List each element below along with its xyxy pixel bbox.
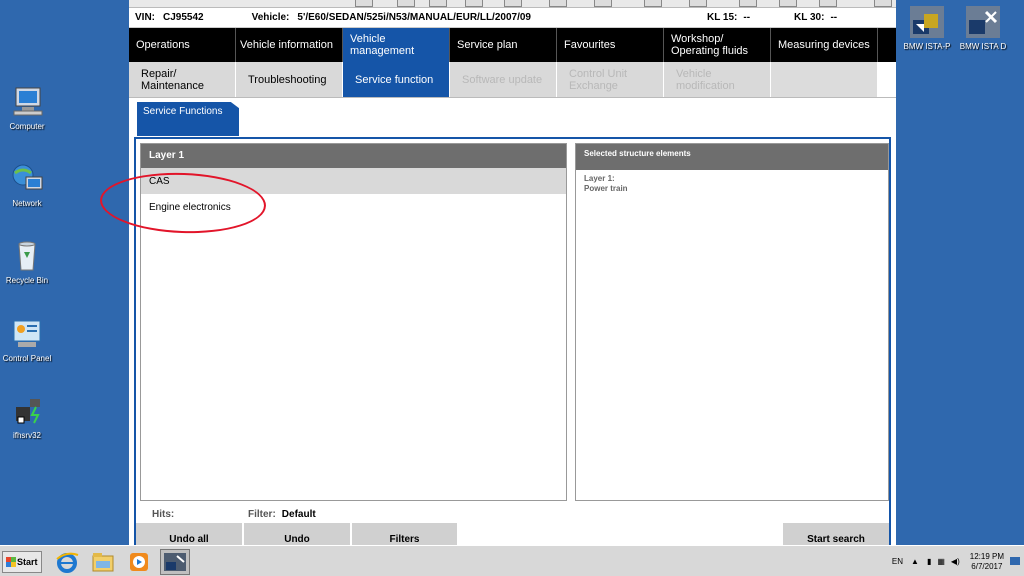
desktop-icon-label: BMW ISTA-P xyxy=(903,42,951,51)
desktop-icon-ista-d[interactable]: BMW ISTA D xyxy=(953,6,1013,51)
desktop-icon-label: Control Panel xyxy=(2,354,52,363)
taskbar: Start EN ▲ ▮ ▦ ◀) 12:19 PM 6/7/2017 xyxy=(0,545,1024,576)
kl30-label: KL 30: xyxy=(794,12,825,23)
clock-date: 6/7/2017 xyxy=(971,561,1003,571)
toolbar-button[interactable] xyxy=(504,0,522,7)
show-desktop-flag-icon[interactable] xyxy=(1010,557,1020,565)
vin-value: CJ95542 xyxy=(163,12,204,23)
show-hidden-icons-chevron-icon[interactable]: ▲ xyxy=(911,557,919,566)
toolbar-button[interactable] xyxy=(739,0,757,7)
clock[interactable]: 12:19 PM 6/7/2017 xyxy=(970,552,1004,572)
desktop-icon-label: ifhsrv32 xyxy=(12,431,41,440)
subnav-control-unit-exchange: Control Unit Exchange xyxy=(557,62,664,97)
desktop-icon-label: Computer xyxy=(9,122,45,131)
ista-app-window: VIN: CJ95542 Vehicle: 5'/E60/SEDAN/525i/… xyxy=(129,0,896,545)
usb-icon[interactable]: ▮ xyxy=(927,557,931,566)
filter-status: Filter: Default xyxy=(248,509,316,520)
subnav-troubleshooting[interactable]: Troubleshooting xyxy=(236,62,343,97)
selected-elements-panel: Selected structure elements Layer 1: Pow… xyxy=(575,143,889,501)
file-explorer-icon[interactable] xyxy=(90,549,116,575)
desktop-icon-label: Network xyxy=(12,199,42,208)
desktop-icon-label: BMW ISTA D xyxy=(959,42,1007,51)
bottom-action-bar: Hits: Filter: Default Undo all Undo Filte… xyxy=(136,503,893,545)
subtab-bar: Service Functions xyxy=(129,98,896,136)
selected-layer-label: Layer 1: xyxy=(584,174,615,183)
subnav-vehicle-modification: Vehicle modification xyxy=(664,62,771,97)
desktop-icon-label: Recycle Bin xyxy=(5,276,49,285)
subnav-software-update: Software update xyxy=(450,62,557,97)
layer-header: Layer 1 xyxy=(141,144,566,168)
main-navigation: Operations Vehicle information Vehicle m… xyxy=(129,28,896,62)
toolbar-strip xyxy=(129,0,896,8)
system-tray: EN ▲ ▮ ▦ ◀) 12:19 PM 6/7/2017 xyxy=(892,546,1024,576)
nav-measuring-devices[interactable]: Measuring devices xyxy=(771,28,878,62)
filter-value: Default xyxy=(281,509,316,520)
kl30-value: -- xyxy=(830,12,838,23)
vin-label: VIN: xyxy=(135,12,155,23)
subnav-repair-maintenance[interactable]: Repair/ Maintenance xyxy=(129,62,236,97)
desktop-icon-computer[interactable]: Computer xyxy=(0,86,57,131)
ifhsrv-icon xyxy=(10,395,44,427)
toolbar-button[interactable] xyxy=(779,0,797,7)
undo-button[interactable]: Undo xyxy=(244,523,350,545)
start-label: Start xyxy=(17,557,38,567)
toolbar-button[interactable] xyxy=(689,0,707,7)
ista-p-icon xyxy=(910,6,944,38)
toolbar-button[interactable] xyxy=(429,0,447,7)
toolbar-button[interactable] xyxy=(874,0,892,7)
toolbar-button[interactable] xyxy=(644,0,662,7)
toolbar-button[interactable] xyxy=(355,0,373,7)
toolbar-button[interactable] xyxy=(549,0,567,7)
recycle-bin-icon xyxy=(10,240,44,272)
hits-label: Hits: xyxy=(152,509,175,520)
clock-time: 12:19 PM xyxy=(969,551,1004,561)
network-tray-icon[interactable]: ▦ xyxy=(937,557,945,566)
nav-vehicle-management[interactable]: Vehicle management xyxy=(343,28,450,62)
desktop-icon-recycle-bin[interactable]: Recycle Bin xyxy=(0,240,57,285)
sub-navigation: Repair/ Maintenance Troubleshooting Serv… xyxy=(129,62,896,98)
network-icon xyxy=(10,163,44,195)
ista-d-icon xyxy=(966,6,1000,38)
subnav-service-function[interactable]: Service function xyxy=(343,62,450,97)
internet-explorer-icon[interactable] xyxy=(54,549,80,575)
nav-workshop-operating-fluids[interactable]: Workshop/ Operating fluids xyxy=(664,28,771,62)
volume-icon[interactable]: ◀) xyxy=(951,557,960,566)
vehicle-info-bar: VIN: CJ95542 Vehicle: 5'/E60/SEDAN/525i/… xyxy=(129,8,896,28)
computer-icon xyxy=(10,86,44,118)
language-indicator[interactable]: EN xyxy=(892,557,903,566)
kl15-label: KL 15: xyxy=(706,12,738,23)
selected-elements-header: Selected structure elements xyxy=(576,144,888,170)
desktop-icon-ifhsrv32[interactable]: ifhsrv32 xyxy=(0,395,57,440)
media-player-icon[interactable] xyxy=(126,549,152,575)
nav-favourites[interactable]: Favourites xyxy=(557,28,664,62)
vehicle-value: 5'/E60/SEDAN/525i/N53/MANUAL/EUR/LL/2007… xyxy=(297,12,531,23)
control-panel-icon xyxy=(10,318,44,350)
kl15-value: -- xyxy=(743,12,751,23)
filter-label: Filter: xyxy=(248,509,276,520)
toolbar-button[interactable] xyxy=(819,0,837,7)
toolbar-button[interactable] xyxy=(594,0,612,7)
subnav-empty-slot xyxy=(771,62,878,97)
desktop-icon-ista-p[interactable]: BMW ISTA-P xyxy=(897,6,957,51)
toolbar-button[interactable] xyxy=(397,0,415,7)
filters-button[interactable]: Filters xyxy=(352,523,457,545)
windows-logo-icon xyxy=(6,557,16,567)
nav-vehicle-information[interactable]: Vehicle information xyxy=(236,28,343,62)
tab-service-functions[interactable]: Service Functions xyxy=(137,102,239,136)
start-search-button[interactable]: Start search xyxy=(783,523,889,545)
desktop-icon-control-panel[interactable]: Control Panel xyxy=(0,318,57,363)
undo-all-button[interactable]: Undo all xyxy=(136,523,242,545)
nav-service-plan[interactable]: Service plan xyxy=(450,28,557,62)
nav-operations[interactable]: Operations xyxy=(129,28,236,62)
selected-layer-value: Power train xyxy=(584,184,628,193)
vehicle-label: Vehicle: xyxy=(251,12,290,23)
toolbar-button[interactable] xyxy=(465,0,483,7)
start-button[interactable]: Start xyxy=(2,551,42,573)
desktop-icon-network[interactable]: Network xyxy=(0,163,57,208)
selected-layer-info: Layer 1: Power train xyxy=(576,170,888,198)
ista-taskbar-icon[interactable] xyxy=(160,549,190,575)
